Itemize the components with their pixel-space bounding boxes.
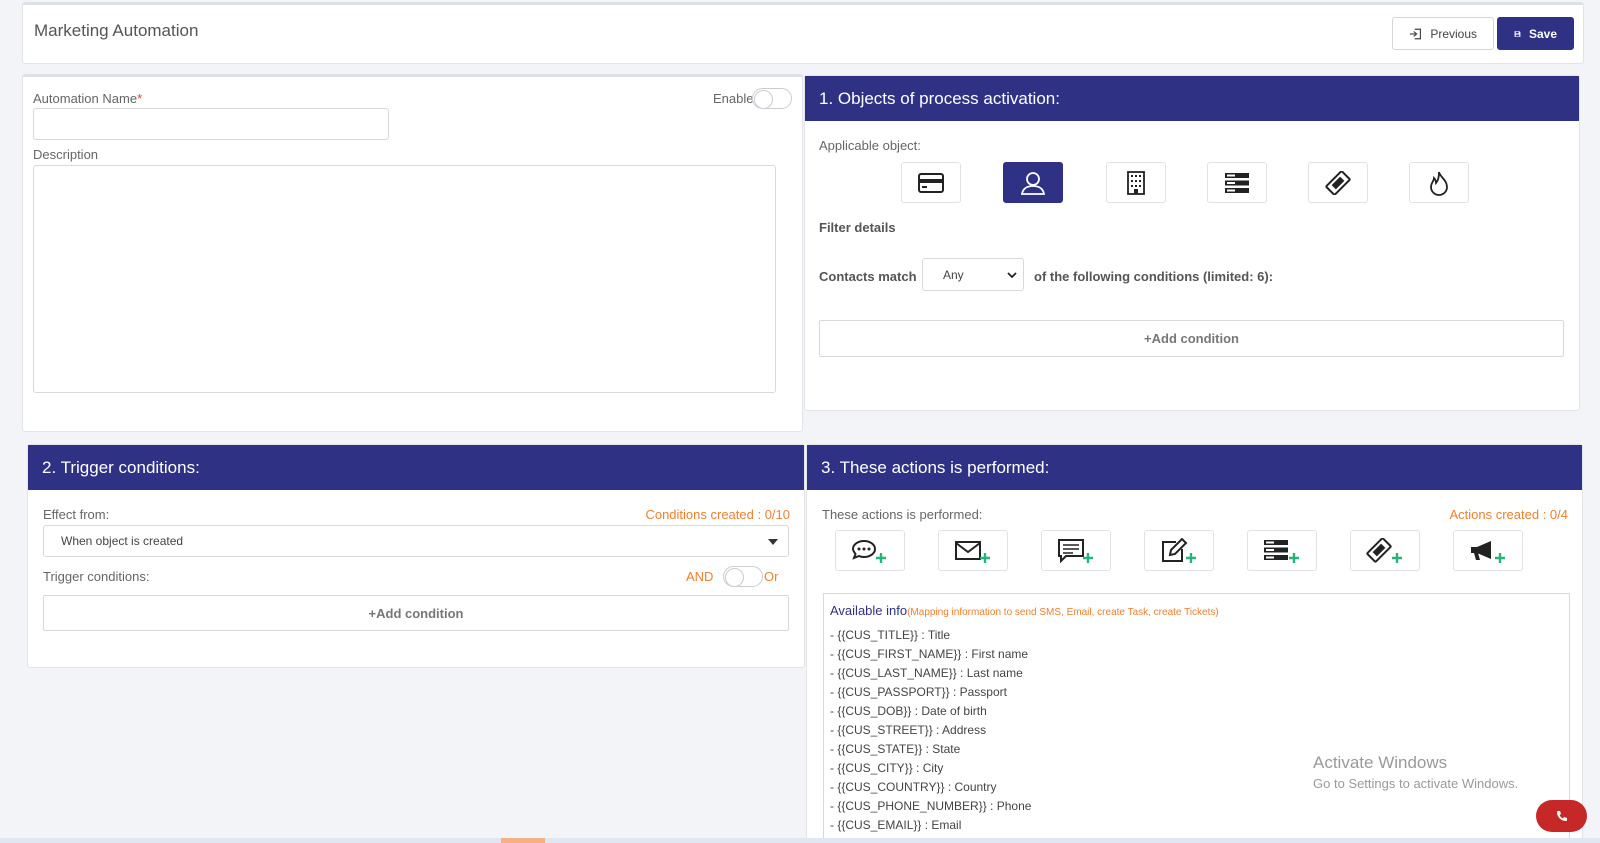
add-sms-icon — [1058, 538, 1093, 563]
activation-watermark: Activate Windows Go to Settings to activ… — [1313, 753, 1518, 791]
objects-section: 1. Objects of process activation: Applic… — [804, 75, 1580, 411]
conditions-created-count: Conditions created : 0/10 — [645, 507, 790, 522]
add-task-action-button[interactable] — [1144, 530, 1214, 571]
contacts-match-label: Contacts match — [819, 269, 917, 284]
phone-icon — [1556, 811, 1567, 821]
automation-form: Automation Name* Enable Description — [22, 74, 803, 432]
trigger-title: 2. Trigger conditions: — [28, 445, 804, 490]
fire-icon — [1430, 171, 1448, 196]
add-chat-icon — [851, 539, 886, 563]
add-campaign-action-button[interactable] — [1453, 530, 1523, 571]
add-sms-action-button[interactable] — [1041, 530, 1111, 571]
match-select-value: Any — [943, 267, 964, 282]
filter-details-label: Filter details — [819, 220, 896, 235]
list-item: - {{CUS_COUNTRY}} : Country — [830, 780, 997, 794]
objects-title: 1. Objects of process activation: — [805, 76, 1579, 121]
actions-created-count: Actions created : 0/4 — [1449, 507, 1568, 522]
objects-add-condition-button[interactable]: + Add condition — [819, 320, 1564, 357]
add-condition-label: Add condition — [376, 605, 464, 621]
list-item: - {{CUS_DOB}} : Date of birth — [830, 704, 987, 718]
automation-name-label: Automation Name* — [33, 91, 143, 106]
enable-label: Enable — [713, 91, 754, 106]
available-info-note: (Mapping information to send SMS, Email,… — [907, 607, 1219, 618]
watermark-subtitle: Go to Settings to activate Windows. — [1313, 776, 1519, 791]
caret-down-icon — [768, 539, 778, 545]
available-info-title: Available info(Mapping information to se… — [830, 603, 1219, 618]
object-card-button[interactable] — [901, 162, 961, 203]
add-list-action-button[interactable] — [1247, 530, 1317, 571]
add-condition-label: Add condition — [1151, 331, 1239, 346]
list-item: - {{CUS_LAST_NAME}} : Last name — [830, 666, 1023, 680]
user-icon — [1020, 171, 1046, 195]
list-icon — [1225, 172, 1249, 193]
add-task-icon — [1162, 537, 1196, 563]
enable-toggle[interactable] — [752, 88, 792, 109]
chevron-down-icon — [1007, 272, 1017, 279]
add-chat-action-button[interactable] — [835, 530, 905, 571]
add-list-icon — [1264, 539, 1299, 563]
add-email-icon — [955, 540, 990, 563]
available-info-box: Available info(Mapping information to se… — [823, 593, 1570, 843]
description-textarea[interactable] — [33, 165, 776, 393]
page-header: Marketing Automation Previous Save — [22, 2, 1584, 64]
effect-from-label: Effect from: — [43, 507, 110, 522]
object-ticket-button[interactable] — [1308, 162, 1368, 203]
page-title: Marketing Automation — [34, 21, 199, 40]
add-ticket-action-button[interactable] — [1350, 530, 1420, 571]
list-item: - {{CUS_TITLE}} : Title — [830, 628, 951, 642]
sign-in-icon — [1409, 28, 1421, 39]
match-select[interactable]: Any — [922, 258, 1024, 291]
ticket-icon — [1325, 170, 1351, 195]
applicable-object-label: Applicable object: — [819, 138, 921, 153]
actions-title: 3. These actions is performed: — [807, 445, 1582, 490]
list-item: - {{CUS_FIRST_NAME}} : First name — [830, 647, 1029, 661]
watermark-title: Activate Windows — [1313, 753, 1448, 772]
actions-performed-label: These actions is performed: — [822, 507, 983, 522]
object-contact-button[interactable] — [1003, 162, 1063, 203]
trigger-section: 2. Trigger conditions: Effect from: Cond… — [27, 444, 805, 668]
trigger-add-condition-button[interactable]: + Add condition — [43, 595, 789, 631]
bottom-strip — [0, 838, 1600, 843]
and-or-toggle[interactable] — [723, 566, 763, 587]
previous-button[interactable]: Previous — [1392, 17, 1494, 50]
call-button[interactable] — [1536, 800, 1587, 832]
add-campaign-icon — [1471, 540, 1505, 563]
automation-name-input[interactable] — [33, 108, 389, 140]
add-ticket-icon — [1366, 537, 1402, 563]
object-list-button[interactable] — [1207, 162, 1267, 203]
save-button[interactable]: Save — [1497, 17, 1574, 50]
plus-icon: + — [368, 605, 377, 621]
floppy-icon — [1514, 30, 1521, 37]
add-email-action-button[interactable] — [938, 530, 1008, 571]
card-icon — [918, 172, 944, 193]
effect-from-value: When object is created — [61, 534, 184, 548]
description-label: Description — [33, 147, 99, 162]
strip-segment — [501, 838, 545, 843]
list-item: - {{CUS_CITY}} : City — [830, 761, 944, 775]
building-icon — [1127, 170, 1145, 195]
previous-label: Previous — [1430, 26, 1477, 41]
list-item: - {{CUS_STATE}} : State — [830, 742, 961, 756]
trigger-conditions-label: Trigger conditions: — [43, 569, 150, 584]
list-item: - {{CUS_PHONE_NUMBER}} : Phone — [830, 799, 1032, 813]
and-label: AND — [686, 569, 714, 584]
plus-icon: + — [1144, 331, 1152, 346]
available-info-list: - {{CUS_TITLE}} : Title - {{CUS_FIRST_NA… — [830, 626, 1031, 843]
match-suffix-label: of the following conditions (limited: 6)… — [1034, 269, 1274, 284]
list-item: - {{CUS_EMAIL}} : Email — [830, 818, 962, 832]
object-fire-button[interactable] — [1409, 162, 1469, 203]
save-label: Save — [1528, 26, 1557, 41]
effect-from-select[interactable]: When object is created — [43, 525, 789, 557]
object-company-button[interactable] — [1106, 162, 1166, 203]
list-item: - {{CUS_PASSPORT}} : Passport — [830, 685, 1007, 699]
or-label: Or — [764, 569, 779, 584]
list-item: - {{CUS_STREET}} : Address — [830, 723, 987, 737]
